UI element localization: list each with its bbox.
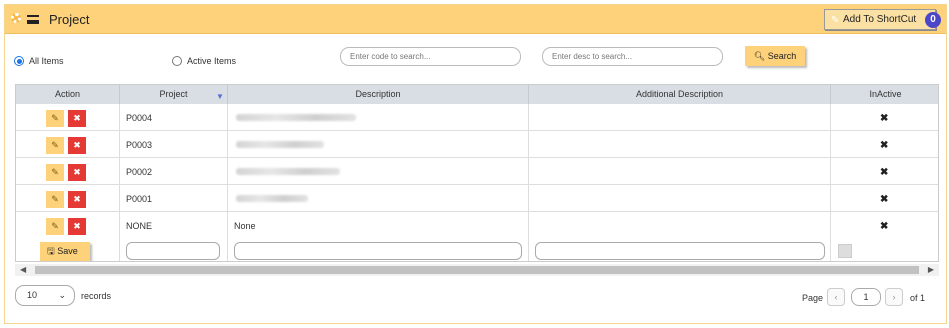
scroll-right-arrow-icon[interactable]: ▶ [928, 265, 934, 274]
delete-icon[interactable]: ✖ [68, 218, 86, 235]
records-label: records [81, 291, 112, 301]
radio-selected-icon [14, 56, 24, 66]
save-button-label: Save [57, 246, 78, 256]
project-grid: Action Project ▼ Description Additional … [15, 84, 939, 262]
inactive-x-icon: ✖ [880, 194, 889, 205]
project-cell: P0002 [120, 158, 228, 184]
project-code: P0004 [126, 113, 153, 123]
desc-search-placeholder: Enter desc to search... [552, 52, 633, 61]
description-cell [228, 104, 529, 130]
active-items-label: Active Items [187, 56, 237, 66]
chevron-down-icon: ⌄ [58, 290, 66, 300]
action-cell: ✎ ✖ [16, 158, 120, 184]
additional-description-cell [529, 185, 831, 211]
search-button-label: Search [767, 51, 797, 61]
table-row: ✎ ✖ P0004 ✖ [16, 104, 938, 131]
edit-icon[interactable]: ✎ [46, 110, 64, 127]
new-additional-description-input[interactable] [535, 242, 825, 260]
description-cell [228, 131, 529, 157]
description-cell [228, 185, 529, 211]
grid-header: Action Project ▼ Description Additional … [16, 85, 938, 104]
table-row: ✎ ✖ P0002 ✖ [16, 158, 938, 185]
scroll-left-arrow-icon[interactable]: ◀ [20, 265, 26, 274]
page-label: Page [802, 293, 824, 303]
edit-icon[interactable]: ✎ [46, 137, 64, 154]
edit-icon[interactable]: ✎ [46, 164, 64, 181]
delete-icon[interactable]: ✖ [68, 191, 86, 208]
column-header-additional-description[interactable]: Additional Description [529, 85, 831, 104]
horizontal-scrollbar[interactable]: ◀ ▶ [15, 264, 939, 276]
edit-icon[interactable]: ✎ [46, 218, 64, 235]
new-project-input[interactable] [126, 242, 220, 260]
page-title: Project [49, 12, 90, 27]
project-code: NONE [126, 221, 153, 231]
project-cell: P0003 [120, 131, 228, 157]
additional-description-cell [529, 131, 831, 157]
inactive-x-icon: ✖ [880, 140, 889, 151]
search-icon: 🔍︎ [753, 51, 766, 61]
gear-icon[interactable] [11, 13, 21, 23]
new-inactive-checkbox[interactable] [838, 244, 852, 258]
total-pages-label: of 1 [910, 293, 926, 303]
save-icon: 🖫︎ [47, 246, 55, 256]
column-header-description[interactable]: Description [228, 85, 529, 104]
action-cell: ✎ ✖ [16, 185, 120, 211]
project-code: P0002 [126, 167, 153, 177]
additional-description-cell [529, 104, 831, 130]
delete-icon[interactable]: ✖ [68, 110, 86, 127]
radio-unselected-icon [172, 56, 182, 66]
hamburger-menu-icon[interactable] [27, 15, 39, 24]
all-items-radio[interactable]: All Items [14, 56, 64, 66]
inactive-x-icon: ✖ [880, 113, 889, 124]
blurred-description [236, 114, 356, 121]
all-items-label: All Items [29, 56, 64, 66]
blurred-description [236, 195, 308, 202]
additional-description-cell [529, 158, 831, 184]
code-search-input[interactable]: Enter code to search... [340, 47, 521, 66]
project-description: None [234, 221, 256, 231]
project-cell: P0004 [120, 104, 228, 130]
table-row: ✎ ✖ P0003 ✖ [16, 131, 938, 158]
pencil-icon: ✎ [831, 15, 840, 26]
table-row: ✎ ✖ P0001 ✖ [16, 185, 938, 212]
page-size-value: 10 [27, 290, 38, 300]
page-size-select[interactable]: 10 ⌄ [15, 285, 75, 306]
inactive-x-icon: ✖ [880, 221, 889, 232]
scrollbar-thumb[interactable] [35, 266, 919, 274]
delete-icon[interactable]: ✖ [68, 164, 86, 181]
project-code: P0003 [126, 140, 153, 150]
blurred-description [236, 141, 324, 148]
description-cell [228, 158, 529, 184]
column-header-inactive[interactable]: InActive [831, 85, 938, 104]
project-code: P0001 [126, 194, 153, 204]
add-to-shortcut-button[interactable]: ✎ Add To ShortCut 0 [824, 9, 941, 30]
column-header-action: Action [16, 85, 120, 104]
column-header-project-label: Project [159, 89, 188, 99]
code-search-placeholder: Enter code to search... [350, 52, 431, 61]
active-items-radio[interactable]: Active Items [172, 56, 236, 66]
delete-icon[interactable]: ✖ [68, 137, 86, 154]
desc-search-input[interactable]: Enter desc to search... [542, 47, 723, 66]
blurred-description [236, 168, 340, 175]
project-panel: Project ✎ Add To ShortCut 0 All Items Act… [4, 4, 947, 324]
add-to-shortcut-label: Add To ShortCut [843, 14, 917, 25]
next-page-button[interactable]: › [885, 288, 903, 306]
shortcut-count-badge: 0 [925, 12, 941, 28]
save-button[interactable]: 🖫︎ Save [40, 242, 90, 261]
inactive-x-icon: ✖ [880, 167, 889, 178]
project-cell: P0001 [120, 185, 228, 211]
action-cell: ✎ ✖ [16, 131, 120, 157]
current-page-input[interactable]: 1 [851, 288, 881, 306]
search-button[interactable]: 🔍︎ Search [745, 46, 805, 66]
panel-header: Project ✎ Add To ShortCut 0 [5, 5, 946, 34]
action-cell: ✎ ✖ [16, 104, 120, 130]
new-description-input[interactable] [234, 242, 522, 260]
column-header-project[interactable]: Project ▼ [120, 85, 228, 104]
edit-icon[interactable]: ✎ [46, 191, 64, 208]
prev-page-button[interactable]: ‹ [827, 288, 845, 306]
